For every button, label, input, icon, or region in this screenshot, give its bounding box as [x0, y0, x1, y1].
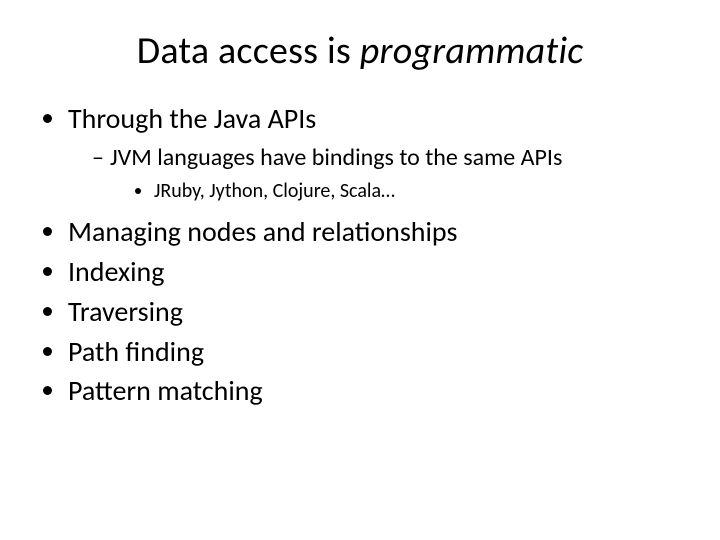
bullet-list-l3: JRuby, Jython, Clojure, Scala… [110, 178, 680, 205]
bullet-list: Through the Java APIs JVM languages have… [40, 100, 680, 410]
bullet-text: Path finding [68, 334, 204, 369]
bullet-l1: Through the Java APIs JVM languages have… [68, 100, 680, 205]
bullet-l1: Traversing [68, 293, 680, 331]
title-emphasis: programmatic [360, 28, 583, 74]
bullet-l1: Path finding [68, 333, 680, 371]
slide: Data access is programmatic Through the … [0, 0, 720, 540]
bullet-l2: JVM languages have bindings to the same … [92, 142, 680, 205]
bullet-text: JRuby, Jython, Clojure, Scala… [154, 179, 395, 203]
bullet-text: Through the Java APIs [68, 101, 316, 136]
bullet-l1: Indexing [68, 253, 680, 291]
title-prefix: Data access is [137, 28, 360, 74]
slide-title: Data access is programmatic [40, 28, 680, 74]
bullet-text: Indexing [68, 254, 164, 289]
bullet-text: Managing nodes and relationships [68, 214, 457, 249]
bullet-list-l2: JVM languages have bindings to the same … [68, 142, 680, 205]
bullet-l1: Pattern matching [68, 372, 680, 410]
bullet-l3: JRuby, Jython, Clojure, Scala… [154, 178, 680, 205]
bullet-l1: Managing nodes and relationships [68, 213, 680, 251]
bullet-text: Traversing [68, 294, 183, 329]
bullet-text: Pattern matching [68, 373, 263, 408]
bullet-text: JVM languages have bindings to the same … [110, 143, 562, 172]
